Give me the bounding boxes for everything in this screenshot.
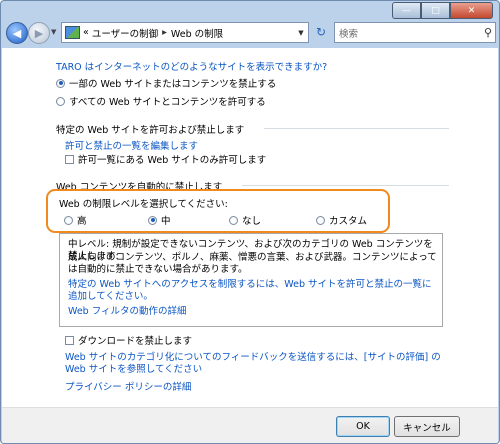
title-bar: — □ ✕ — [1, 1, 499, 19]
address-bar[interactable]: « ユーザーの制御 ▸ Web の制限 ▼ — [61, 22, 309, 43]
block-downloads-row[interactable]: ダウンロードを禁止します — [65, 333, 192, 347]
radio-level-custom[interactable] — [316, 215, 325, 225]
back-button[interactable]: ◀ — [6, 22, 28, 44]
search-input[interactable]: 検索 — [335, 26, 358, 40]
section-divider — [264, 128, 449, 129]
recent-pages-chevron-icon[interactable]: ▼ — [51, 28, 56, 36]
dialog-footer: OK キャンセル — [2, 407, 498, 443]
breadcrumb-web-restrictions[interactable]: Web の制限 — [171, 26, 223, 40]
site-rating-feedback-link[interactable]: Web サイトのカテゴリ化についてのフィードバックを送信するには、[サイトの評価… — [65, 352, 455, 376]
search-icon[interactable]: ⚲ — [481, 26, 495, 39]
navigation-bar: ◀ ▶ ▼ « ユーザーの制御 ▸ Web の制限 ▼ ↻ 検索 ⚲ — [1, 17, 499, 47]
edit-allow-block-list-link[interactable]: 許可と禁止の一覧を編集します — [65, 138, 198, 152]
ok-button[interactable]: OK — [336, 416, 390, 437]
level-option-custom[interactable]: カスタム — [316, 213, 367, 227]
window-frame: — □ ✕ ◀ ▶ ▼ « ユーザーの制御 ▸ Web の制限 ▼ ↻ 検索 ⚲… — [0, 0, 500, 444]
forward-button[interactable]: ▶ — [28, 22, 50, 44]
level-option-medium[interactable]: 中 — [148, 213, 171, 227]
question-heading: TARO はインターネットのどのようなサイトを表示できますか? — [56, 62, 328, 73]
radio-level-medium[interactable] — [148, 215, 157, 225]
search-box[interactable]: 検索 ⚲ — [334, 22, 496, 43]
level-option-none[interactable]: なし — [229, 213, 261, 227]
cancel-button[interactable]: キャンセル — [394, 416, 460, 437]
option-block-row[interactable]: 一部の Web サイトまたはコンテンツを禁止する — [56, 76, 276, 90]
add-to-list-link[interactable]: 特定の Web サイトへのアクセスを制限するには、Web サイトを許可と禁止の一… — [68, 279, 438, 303]
level-option-high[interactable]: 高 — [64, 213, 87, 227]
allow-list-only-label[interactable]: 許可一覧にある Web サイトのみ許可します — [78, 152, 266, 166]
web-filter-details-link[interactable]: Web フィルタの動作の詳細 — [68, 306, 438, 318]
level-description-line2: 成人向けのコンテンツ、ポルノ、麻薬、憎悪の言葉、および武器。コンテンツによっては… — [68, 252, 437, 275]
radio-allow-all[interactable] — [56, 96, 65, 106]
breadcrumb-parental-controls[interactable]: ユーザーの制御 — [92, 26, 158, 40]
block-downloads-label[interactable]: ダウンロードを禁止します — [78, 333, 192, 347]
radio-level-high[interactable] — [64, 215, 73, 225]
option-allow-all-row[interactable]: すべての Web サイトとコンテンツを許可する — [56, 94, 266, 108]
radio-level-none[interactable] — [229, 215, 238, 225]
refresh-icon[interactable]: ↻ — [311, 22, 331, 41]
block-downloads-checkbox[interactable] — [65, 335, 74, 345]
radio-allow-all-label[interactable]: すべての Web サイトとコンテンツを許可する — [69, 94, 266, 108]
allow-list-only-checkbox[interactable] — [65, 154, 74, 164]
level-custom-label[interactable]: カスタム — [329, 213, 367, 227]
control-panel-icon — [65, 26, 80, 39]
address-dropdown-icon[interactable]: ▼ — [294, 29, 308, 37]
level-medium-label[interactable]: 中 — [161, 213, 171, 227]
level-none-label[interactable]: なし — [242, 213, 261, 227]
section-specific-sites-title: 特定の Web サイトを許可および禁止します — [56, 125, 245, 136]
level-prompt: Web の制限レベルを選択してください: — [59, 199, 228, 210]
radio-block-some[interactable] — [56, 78, 65, 88]
section-divider — [242, 185, 449, 186]
level-description-box: 中レベル: 規制が設定できないコンテンツ、および次のカテゴリの Web コンテン… — [59, 233, 443, 327]
main-content: TARO はインターネットのどのようなサイトを表示できますか? 一部の Web … — [2, 48, 498, 407]
privacy-policy-link[interactable]: プライバシー ポリシーの詳細 — [65, 379, 191, 393]
breadcrumb-separator-icon[interactable]: ▸ — [162, 27, 167, 38]
breadcrumb-prefix[interactable]: « — [83, 27, 89, 38]
radio-block-some-label[interactable]: 一部の Web サイトまたはコンテンツを禁止する — [69, 76, 276, 90]
level-high-label[interactable]: 高 — [77, 213, 87, 227]
allow-list-only-row[interactable]: 許可一覧にある Web サイトのみ許可します — [65, 152, 266, 166]
